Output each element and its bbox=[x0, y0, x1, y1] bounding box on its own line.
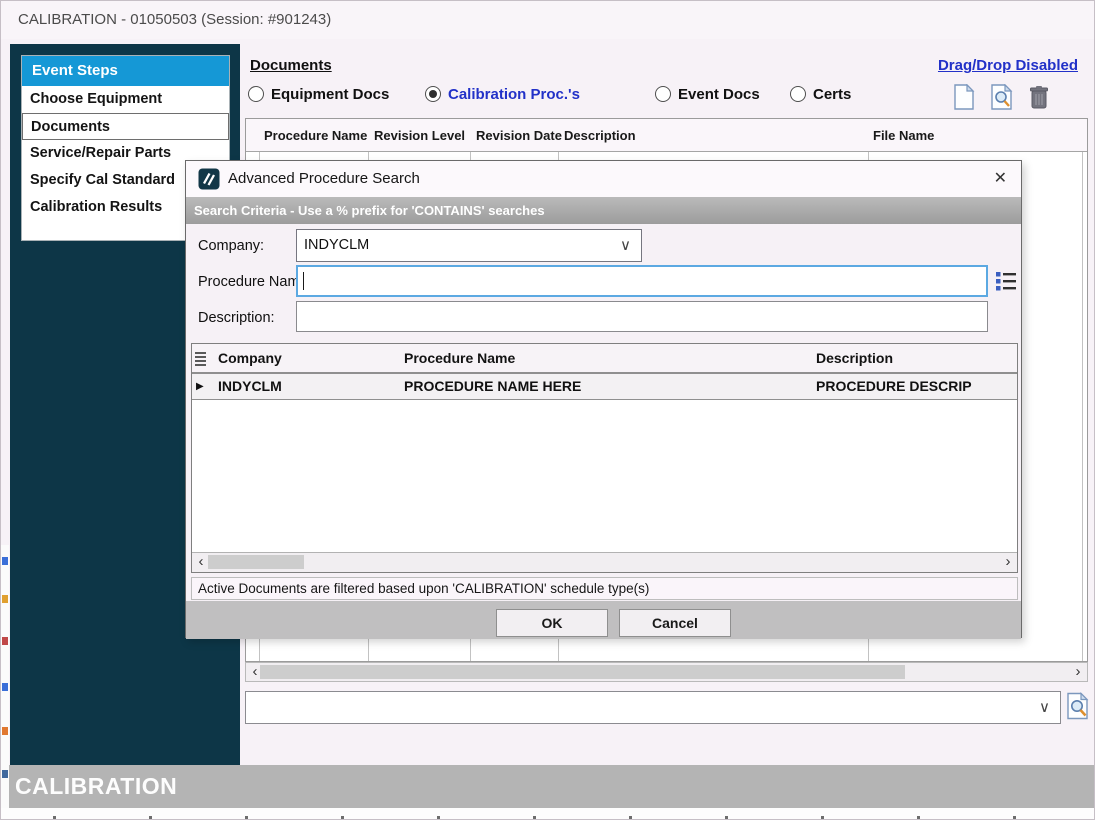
close-icon[interactable]: ✕ bbox=[994, 161, 1007, 197]
window-title: CALIBRATION - 01050503 (Session: #901243… bbox=[18, 1, 331, 39]
dialog-title-bar: Advanced Procedure Search ✕ bbox=[186, 161, 1021, 197]
text-caret bbox=[303, 272, 304, 290]
scroll-left-icon[interactable]: ‹ bbox=[194, 553, 208, 571]
wizard-title: CALIBRATION bbox=[15, 765, 177, 808]
column-header-procedure-name[interactable]: Procedure Name bbox=[404, 344, 515, 373]
delete-icon[interactable] bbox=[1029, 85, 1049, 110]
procedure-name-input[interactable] bbox=[296, 265, 988, 297]
column-header-description[interactable]: Description bbox=[564, 119, 636, 152]
radio-circle[interactable] bbox=[655, 86, 671, 102]
column-header-file-name[interactable]: File Name bbox=[873, 119, 934, 152]
column-header-company[interactable]: Company bbox=[218, 344, 282, 373]
ok-button[interactable]: OK bbox=[496, 609, 608, 637]
title-bar: CALIBRATION - 01050503 (Session: #901243… bbox=[1, 1, 1094, 39]
new-document-icon[interactable] bbox=[953, 84, 975, 111]
dialog-title: Advanced Procedure Search bbox=[228, 161, 420, 197]
document-lookup-combobox[interactable]: ∨ bbox=[245, 691, 1061, 724]
table-row[interactable]: ▶ INDYCLM PROCEDURE NAME HERE PROCEDURE … bbox=[192, 373, 1017, 400]
filter-status-bar: Active Documents are filtered based upon… bbox=[191, 577, 1018, 600]
search-document-icon[interactable] bbox=[990, 84, 1014, 111]
filter-status-text: Active Documents are filtered based upon… bbox=[198, 578, 649, 599]
dialog-cancel-button[interactable]: Cancel bbox=[619, 609, 731, 637]
scrollbar-thumb[interactable] bbox=[260, 665, 905, 679]
radio-circle[interactable] bbox=[425, 86, 441, 102]
company-value: INDYCLM bbox=[304, 230, 369, 261]
radio-calibration-procs[interactable]: Calibration Proc.'s bbox=[425, 84, 580, 104]
company-select[interactable]: INDYCLM ∨ bbox=[296, 229, 642, 262]
document-lookup-button[interactable] bbox=[1066, 692, 1092, 723]
sidebar-item-documents[interactable]: Documents bbox=[22, 113, 229, 140]
radio-label: Certs bbox=[813, 86, 851, 103]
cell-description: PROCEDURE DESCRIP bbox=[816, 374, 972, 399]
background-window-fragment bbox=[1, 545, 9, 808]
document-toolbar bbox=[953, 84, 1049, 111]
sidebar-item-choose-equipment[interactable]: Choose Equipment bbox=[22, 86, 229, 113]
search-document-icon bbox=[1066, 692, 1090, 721]
column-divider bbox=[1082, 119, 1083, 661]
search-results-table: Company Procedure Name Description ▶ IND… bbox=[191, 343, 1018, 573]
app-window: CALIBRATION - 01050503 (Session: #901243… bbox=[0, 0, 1095, 820]
documents-section-title: Documents bbox=[250, 57, 332, 74]
chevron-down-icon[interactable]: ∨ bbox=[620, 230, 631, 261]
cell-company: INDYCLM bbox=[218, 374, 282, 399]
scroll-right-icon[interactable]: › bbox=[1001, 553, 1015, 571]
radio-selected-dot bbox=[429, 90, 437, 98]
radio-circle[interactable] bbox=[790, 86, 806, 102]
wizard-bottom-bar: CALIBRATION < Back Next > Cancel bbox=[1, 765, 1094, 808]
dialog-footer: OK Cancel bbox=[186, 601, 1021, 639]
documents-table-header: Procedure Name Revision Level Revision D… bbox=[246, 119, 1087, 152]
chevron-down-icon[interactable]: ∨ bbox=[1039, 692, 1050, 723]
radio-equipment-docs[interactable]: Equipment Docs bbox=[248, 84, 389, 104]
app-logo-icon bbox=[198, 168, 220, 190]
advanced-procedure-search-dialog: Advanced Procedure Search ✕ Search Crite… bbox=[185, 160, 1022, 638]
column-header-revision-date[interactable]: Revision Date bbox=[476, 119, 562, 152]
row-selector-arrow-icon: ▶ bbox=[196, 374, 204, 399]
radio-label: Event Docs bbox=[678, 86, 760, 103]
company-label: Company: bbox=[198, 238, 264, 254]
column-header-revision-level[interactable]: Revision Level bbox=[374, 119, 465, 152]
radio-circle[interactable] bbox=[248, 86, 264, 102]
event-steps-header: Event Steps bbox=[22, 56, 229, 86]
cell-procedure-name: PROCEDURE NAME HERE bbox=[404, 374, 581, 399]
background-window-fragment bbox=[1, 808, 1094, 819]
search-criteria-header: Search Criteria - Use a % prefix for 'CO… bbox=[186, 197, 1021, 224]
results-table-header: Company Procedure Name Description bbox=[192, 344, 1017, 373]
procedure-name-label: Procedure Name: bbox=[198, 274, 312, 290]
scroll-right-icon[interactable]: › bbox=[1071, 663, 1085, 681]
radio-certs[interactable]: Certs bbox=[790, 84, 851, 104]
results-table-hscrollbar[interactable]: ‹ › bbox=[192, 552, 1017, 572]
radio-label: Calibration Proc.'s bbox=[448, 86, 580, 103]
description-label: Description: bbox=[198, 310, 275, 326]
description-input[interactable] bbox=[296, 301, 988, 332]
radio-label: Equipment Docs bbox=[271, 86, 389, 103]
column-header-description[interactable]: Description bbox=[816, 344, 893, 373]
lookup-list-icon[interactable] bbox=[994, 269, 1018, 293]
grid-selector-icon[interactable] bbox=[195, 352, 206, 365]
drag-drop-disabled-link[interactable]: Drag/Drop Disabled bbox=[938, 57, 1078, 74]
documents-table-hscrollbar[interactable]: ‹ › bbox=[245, 662, 1088, 682]
column-header-procedure-name[interactable]: Procedure Name bbox=[264, 119, 367, 152]
radio-event-docs[interactable]: Event Docs bbox=[655, 84, 760, 104]
scrollbar-thumb[interactable] bbox=[208, 555, 304, 569]
